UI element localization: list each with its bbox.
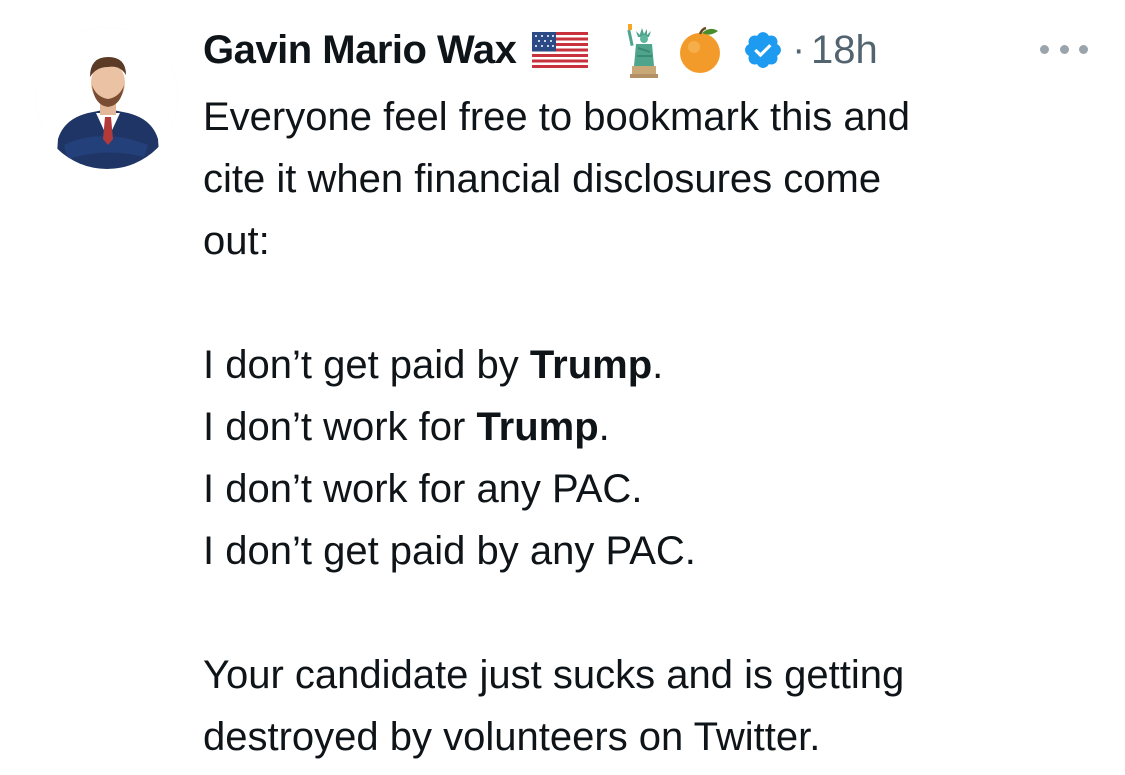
line-text: I don’t work for — [203, 405, 477, 449]
more-dot — [1079, 44, 1088, 54]
bold-name: Trump — [529, 343, 653, 387]
separator-dot: · — [792, 28, 805, 71]
tweet-line: destroyed by volunteers on Twitter. — [203, 715, 821, 759]
tweet-line: Everyone feel free to bookmark this and — [203, 95, 911, 139]
tweet-text: Everyone feel free to bookmark this and … — [203, 86, 1093, 768]
tweet-line: Your candidate just sucks and is getting — [203, 653, 905, 697]
avatar[interactable] — [36, 27, 178, 169]
timestamp[interactable]: 18h — [811, 28, 878, 73]
line-text: I don’t get paid by — [203, 343, 530, 387]
us-flag-icon — [532, 25, 589, 75]
orange-icon — [676, 25, 724, 75]
line-punct: . — [598, 405, 610, 449]
bold-name: Trump — [476, 405, 599, 449]
tweet-line: I don’t get paid by Trump. — [203, 334, 1093, 396]
more-dot — [1040, 44, 1049, 54]
avatar-image — [36, 27, 178, 169]
more-options-icon[interactable] — [1040, 37, 1088, 61]
line-punct: . — [652, 343, 664, 387]
tweet-line: out: — [203, 219, 270, 263]
author-name[interactable]: Gavin Mario Wax — [203, 28, 517, 73]
tweet-line: I don’t work for Trump. — [203, 396, 1093, 458]
tweet-line: cite it when financial disclosures come — [203, 157, 882, 201]
tweet-header: Gavin Mario Wax · 18h — [203, 20, 878, 80]
statue-of-liberty-icon — [622, 24, 662, 78]
tweet: Gavin Mario Wax · 18h Everyone feel free… — [0, 0, 1125, 775]
tweet-line: I don’t get paid by any PAC. — [203, 529, 696, 573]
verified-badge-icon — [742, 25, 784, 75]
more-dot — [1059, 44, 1069, 54]
tweet-line: I don’t work for any PAC. — [203, 467, 643, 511]
